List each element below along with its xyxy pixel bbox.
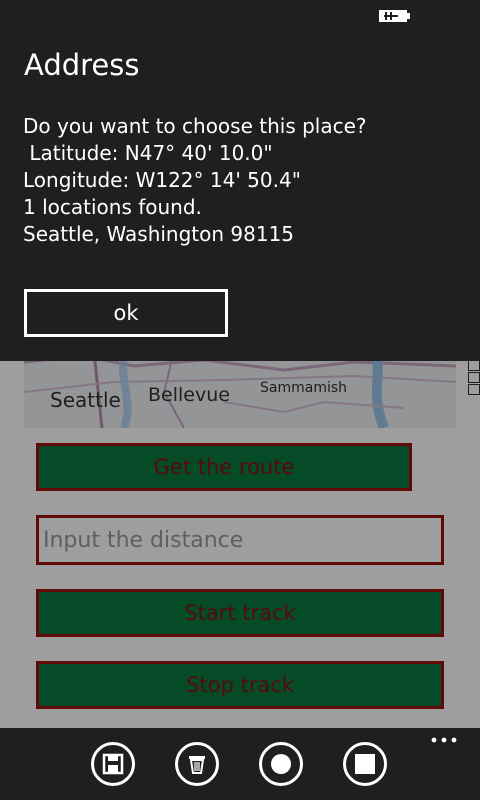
app-bar [0,728,480,800]
dialog-longitude: Longitude: W122° 14' 50.4" [23,168,301,192]
ok-button[interactable]: ok [24,289,228,337]
delete-button[interactable] [175,742,219,786]
dialog-question: Do you want to choose this place? [23,114,367,138]
dialog-latitude: Latitude: N47° 40' 10.0" [23,141,273,165]
dialog-title: Address [24,48,140,82]
delete-icon [189,756,205,774]
record-button[interactable] [259,742,303,786]
dialog-found-count: 1 locations found. [23,195,202,219]
more-options-icon[interactable] [430,736,458,744]
address-dialog: Address Do you want to choose this place… [0,0,480,361]
stop-icon [355,754,375,774]
record-icon [271,754,291,774]
save-icon [102,753,124,775]
battery-charging-icon [379,10,410,22]
dialog-address: Seattle, Washington 98115 [23,222,295,246]
save-button[interactable] [91,742,135,786]
stop-button[interactable] [343,742,387,786]
dialog-message: Do you want to choose this place? Latitu… [23,113,367,248]
